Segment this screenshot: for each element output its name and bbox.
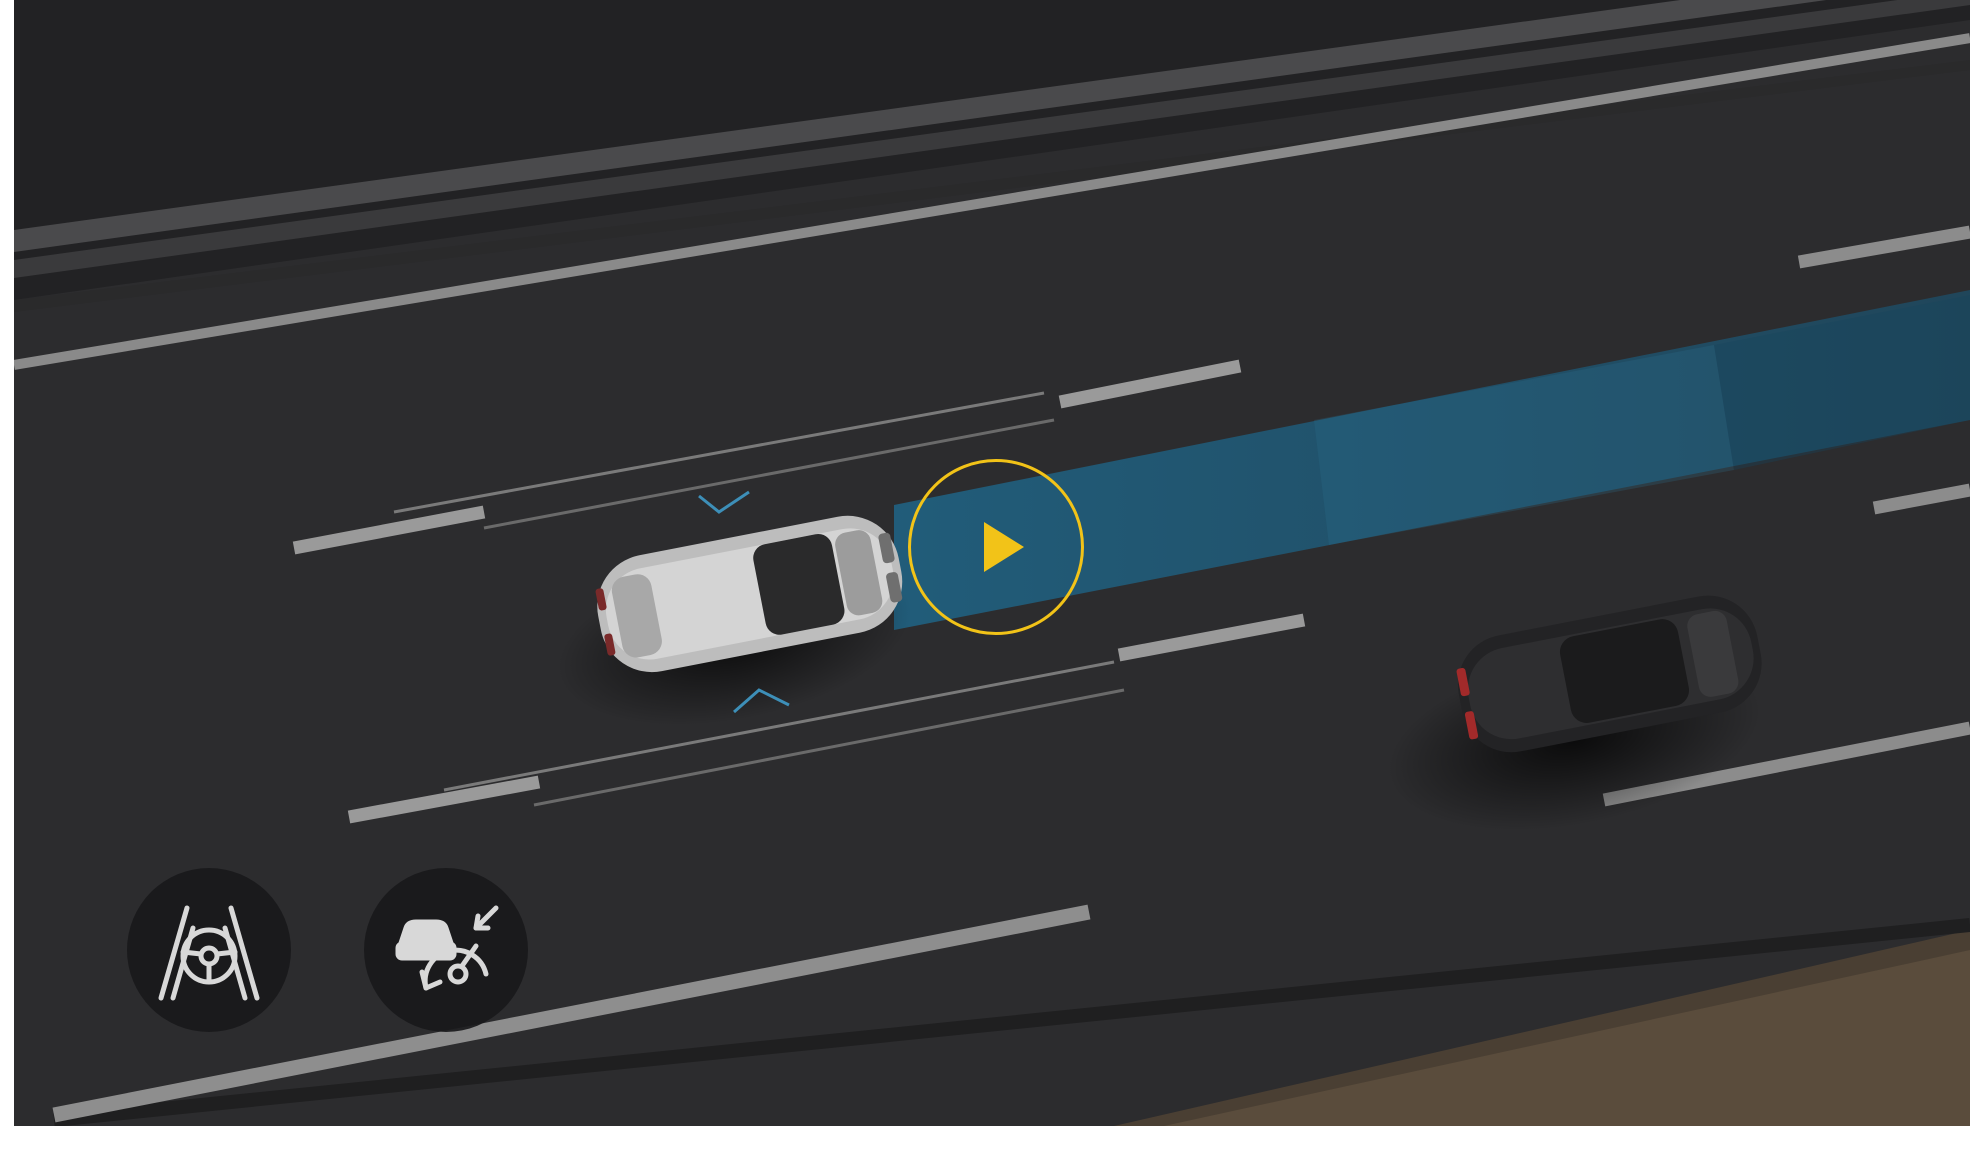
adaptive-cruise-control-icon <box>395 905 499 991</box>
lane-keeping-assist-icon <box>158 905 260 1001</box>
page <box>0 0 1970 1151</box>
play-icon <box>984 522 1024 572</box>
lane-keeping-assist-button[interactable] <box>127 868 291 1032</box>
play-button[interactable] <box>908 459 1084 635</box>
video-player[interactable] <box>14 0 1970 1126</box>
adaptive-cruise-control-button[interactable] <box>364 868 528 1032</box>
